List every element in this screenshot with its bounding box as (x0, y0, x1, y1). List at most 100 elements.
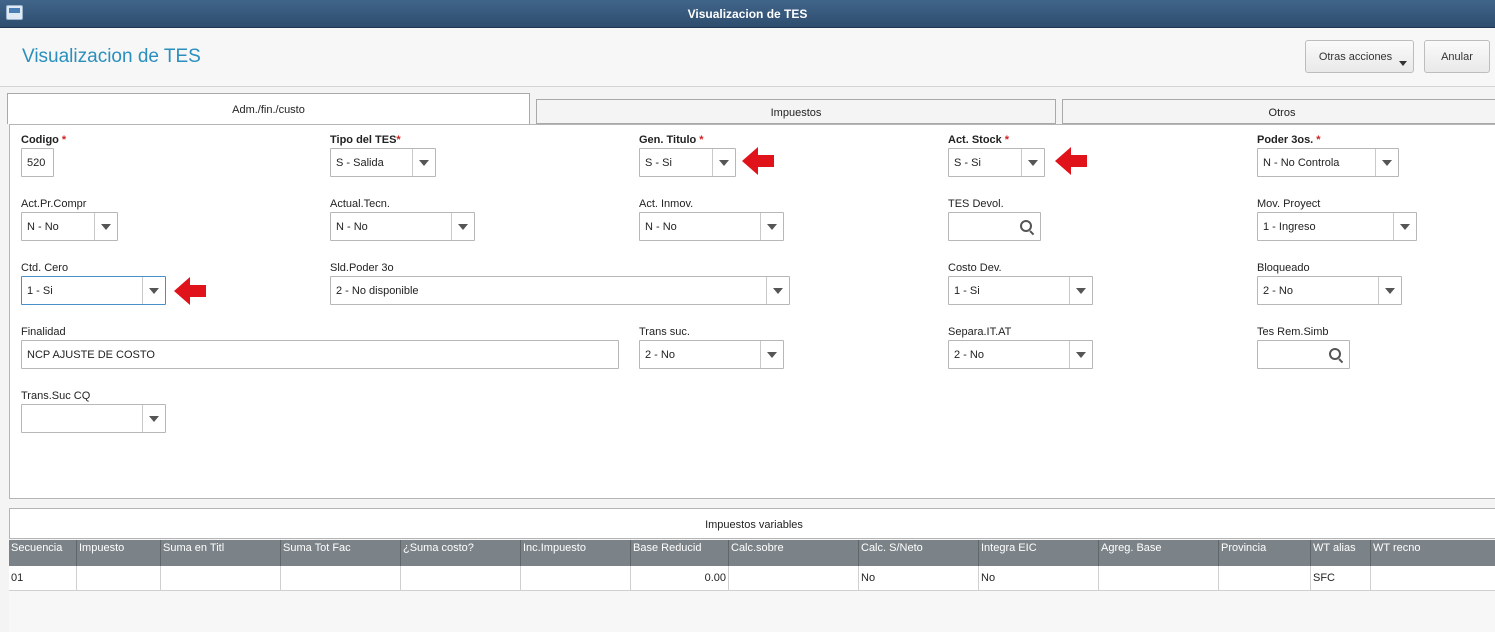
column-header[interactable]: WT recno (1371, 540, 1495, 566)
ctd-cero-label: Ctd. Cero (21, 262, 69, 274)
trans-suc-cq-select[interactable] (21, 404, 166, 433)
column-header[interactable]: ¿Suma costo? (401, 540, 521, 566)
column-header[interactable]: Integra EIC (979, 540, 1099, 566)
column-header[interactable]: Calc.sobre (729, 540, 859, 566)
column-header[interactable]: Impuesto (77, 540, 161, 566)
tes-devol-label: TES Devol. (948, 198, 1004, 210)
table-cell (77, 566, 161, 590)
otras-acciones-label: Otras acciones (1318, 50, 1393, 63)
tes-rem-simb-label: Tes Rem.Simb (1257, 326, 1329, 338)
bloqueado-label: Bloqueado (1257, 262, 1310, 274)
separa-it-at-label: Separa.IT.AT (948, 326, 1012, 338)
actual-tecn-label: Actual.Tecn. (330, 198, 390, 210)
chevron-down-icon[interactable] (760, 213, 783, 240)
tab-label: Adm./fin./custo (232, 104, 305, 116)
chevron-down-icon[interactable] (1069, 341, 1092, 368)
gen-titulo-select[interactable]: S - Si (639, 148, 736, 177)
form-panel (9, 124, 1495, 499)
chevron-down-icon[interactable] (1393, 213, 1416, 240)
chevron-down-icon[interactable] (142, 405, 165, 432)
table-cell (401, 566, 521, 590)
table-cell: SFC (1311, 566, 1371, 590)
chevron-down-icon[interactable] (1021, 149, 1044, 176)
finalidad-input[interactable]: NCP AJUSTE DE COSTO (21, 340, 619, 369)
grid-title: Impuestos variables (9, 508, 1495, 539)
tab-otros[interactable]: Otros (1062, 99, 1495, 124)
tipo-tes-label: Tipo del TES* (330, 134, 401, 146)
window-title: Visualizacion de TES (687, 7, 808, 21)
column-header[interactable]: Suma en Titl (161, 540, 281, 566)
table-row[interactable]: 01 0.00 No No SFC (9, 566, 1495, 591)
column-header[interactable]: Secuencia (9, 540, 77, 566)
act-stock-label: Act. Stock * (948, 134, 1010, 146)
tab-adm-fin-custo[interactable]: Adm./fin./custo (7, 93, 530, 124)
trans-suc-cq-label: Trans.Suc CQ (21, 390, 91, 402)
table-cell (521, 566, 631, 590)
sld-poder-3o-select[interactable]: 2 - No disponible (330, 276, 790, 305)
finalidad-label: Finalidad (21, 326, 66, 338)
separa-it-at-select[interactable]: 2 - No (948, 340, 1093, 369)
act-inmov-select[interactable]: N - No (639, 212, 784, 241)
search-icon[interactable] (1020, 220, 1032, 232)
column-header[interactable]: Calc. S/Neto (859, 540, 979, 566)
column-header[interactable]: Inc.Impuesto (521, 540, 631, 566)
page-header: Visualizacion de TES Otras acciones Anul… (0, 28, 1495, 87)
trans-suc-label: Trans suc. (639, 326, 690, 338)
table-cell (1099, 566, 1219, 590)
ctd-cero-select[interactable]: 1 - Si (21, 276, 166, 305)
table-cell: 01 (9, 566, 77, 590)
mov-proyect-select[interactable]: 1 - Ingreso (1257, 212, 1417, 241)
red-arrow-icon (742, 147, 774, 175)
chevron-down-icon[interactable] (760, 341, 783, 368)
mov-proyect-label: Mov. Proyect (1257, 198, 1321, 210)
grid-header: Secuencia Impuesto Suma en Titl Suma Tot… (9, 540, 1495, 566)
bloqueado-select[interactable]: 2 - No (1257, 276, 1402, 305)
chevron-down-icon[interactable] (142, 277, 165, 304)
chevron-down-icon[interactable] (451, 213, 474, 240)
chevron-down-icon[interactable] (712, 149, 735, 176)
table-cell: 0.00 (631, 566, 729, 590)
chevron-down-icon[interactable] (412, 149, 435, 176)
table-cell: No (979, 566, 1099, 590)
table-cell (729, 566, 859, 590)
red-arrow-icon (1055, 147, 1087, 175)
trans-suc-select[interactable]: 2 - No (639, 340, 784, 369)
sld-poder-3o-label: Sld.Poder 3o (330, 262, 394, 274)
tes-rem-simb-input[interactable] (1257, 340, 1350, 369)
costo-dev-select[interactable]: 1 - Si (948, 276, 1093, 305)
costo-dev-label: Costo Dev. (948, 262, 1002, 274)
tipo-tes-select[interactable]: S - Salida (330, 148, 436, 177)
act-stock-select[interactable]: S - Si (948, 148, 1045, 177)
column-header[interactable]: Provincia (1219, 540, 1311, 566)
tes-devol-input[interactable] (948, 212, 1041, 241)
window-title-bar: Visualizacion de TES (0, 0, 1495, 28)
impuestos-variables-grid: Secuencia Impuesto Suma en Titl Suma Tot… (9, 540, 1495, 632)
column-header[interactable]: Suma Tot Fac (281, 540, 401, 566)
table-cell (281, 566, 401, 590)
chevron-down-icon[interactable] (1069, 277, 1092, 304)
poder-3os-select[interactable]: N - No Controla (1257, 148, 1399, 177)
table-cell (161, 566, 281, 590)
anular-button[interactable]: Anular (1424, 40, 1490, 73)
page-title: Visualizacion de TES (22, 46, 201, 67)
tab-impuestos[interactable]: Impuestos (536, 99, 1056, 124)
actual-tecn-select[interactable]: N - No (330, 212, 475, 241)
gen-titulo-label: Gen. Titulo * (639, 134, 704, 146)
codigo-input[interactable]: 520 (21, 148, 54, 177)
search-icon[interactable] (1329, 348, 1341, 360)
chevron-down-icon[interactable] (1375, 149, 1398, 176)
act-pr-compr-label: Act.Pr.Compr (21, 198, 87, 210)
chevron-down-icon[interactable] (1378, 277, 1401, 304)
otras-acciones-button[interactable]: Otras acciones (1305, 40, 1414, 73)
column-header[interactable]: Agreg. Base (1099, 540, 1219, 566)
chevron-down-icon (1399, 61, 1407, 66)
codigo-label: Codigo * (21, 134, 67, 146)
chevron-down-icon[interactable] (94, 213, 117, 240)
act-inmov-label: Act. Inmov. (639, 198, 694, 210)
table-cell: No (859, 566, 979, 590)
column-header[interactable]: Base Reducid (631, 540, 729, 566)
act-pr-compr-select[interactable]: N - No (21, 212, 118, 241)
column-header[interactable]: WT alias (1311, 540, 1371, 566)
chevron-down-icon[interactable] (766, 277, 789, 304)
table-cell (1219, 566, 1311, 590)
